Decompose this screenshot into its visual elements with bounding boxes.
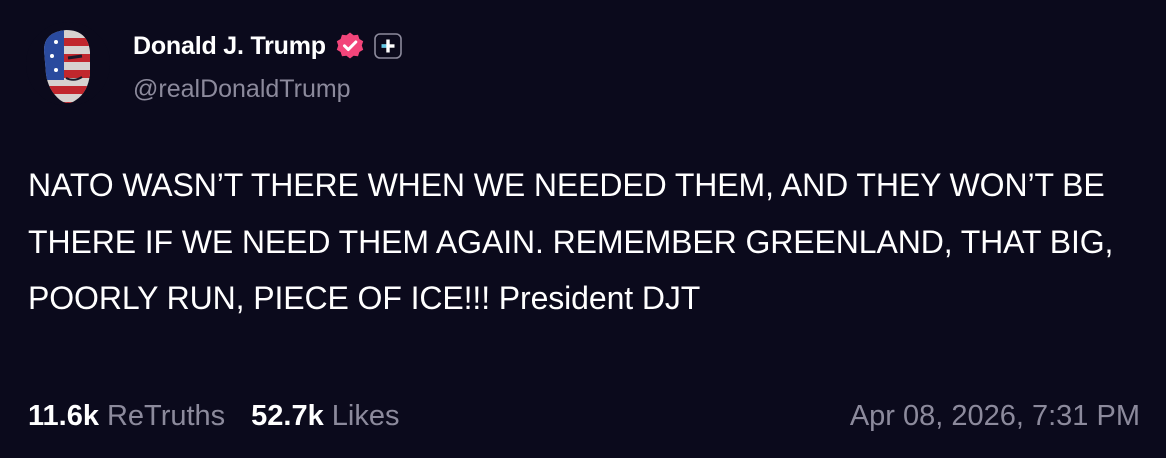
truth-post: Donald J. Trump @realDonaldTrump NATO WA…: [0, 0, 1166, 458]
plus-badge-icon: [374, 33, 402, 59]
likes-count: 52.7k: [251, 400, 324, 432]
retruths-stat[interactable]: 11.6k ReTruths: [28, 400, 225, 433]
author-row: Donald J. Trump: [133, 24, 402, 68]
verified-check-icon: [335, 31, 365, 61]
display-name[interactable]: Donald J. Trump: [133, 32, 326, 61]
retruths-label: ReTruths: [106, 400, 226, 432]
retruths-count: 11.6k: [28, 400, 99, 432]
engagement-stats: 11.6k ReTruths 52.7k Likes: [28, 400, 399, 433]
avatar[interactable]: [26, 22, 110, 106]
post-timestamp[interactable]: Apr 08, 2026, 7:31 PM: [850, 400, 1140, 433]
likes-stat[interactable]: 52.7k Likes: [251, 400, 399, 433]
post-text: NATO WASN’T THERE WHEN WE NEEDED THEM, A…: [28, 167, 1114, 316]
likes-label: Likes: [331, 400, 400, 432]
user-handle[interactable]: @realDonaldTrump: [133, 75, 351, 104]
